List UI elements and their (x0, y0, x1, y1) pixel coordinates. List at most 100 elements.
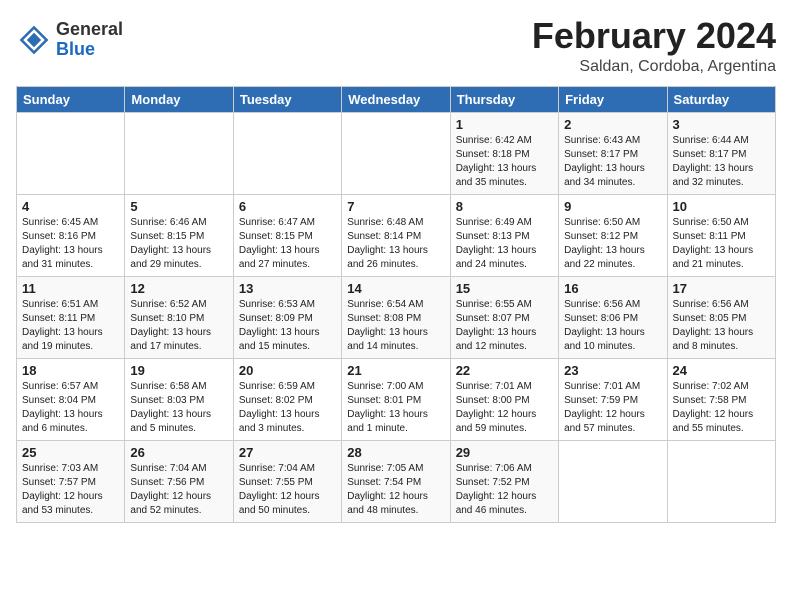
day-number: 29 (456, 445, 553, 460)
calendar-cell (667, 440, 775, 522)
day-number: 16 (564, 281, 661, 296)
day-number: 5 (130, 199, 227, 214)
calendar-cell: 28 Sunrise: 7:05 AM Sunset: 7:54 PM Dayli… (342, 440, 450, 522)
day-number: 13 (239, 281, 336, 296)
day-info: Sunrise: 6:50 AM Sunset: 8:12 PM Dayligh… (564, 216, 661, 272)
day-info: Sunrise: 7:03 AM Sunset: 7:57 PM Dayligh… (22, 462, 119, 518)
calendar-cell (559, 440, 667, 522)
calendar-cell (233, 112, 341, 194)
day-number: 2 (564, 117, 661, 132)
day-number: 10 (673, 199, 770, 214)
calendar-cell: 2 Sunrise: 6:43 AM Sunset: 8:17 PM Daylig… (559, 112, 667, 194)
header: General Blue February 2024 Saldan, Cordo… (16, 16, 776, 76)
calendar-cell (125, 112, 233, 194)
day-info: Sunrise: 7:05 AM Sunset: 7:54 PM Dayligh… (347, 462, 444, 518)
day-info: Sunrise: 7:04 AM Sunset: 7:56 PM Dayligh… (130, 462, 227, 518)
calendar-cell: 7Sunrise: 6:48 AM Sunset: 8:14 PM Daylig… (342, 194, 450, 276)
day-info: Sunrise: 6:52 AM Sunset: 8:10 PM Dayligh… (130, 298, 227, 354)
day-number: 14 (347, 281, 444, 296)
day-number: 19 (130, 363, 227, 378)
calendar-cell: 12Sunrise: 6:52 AM Sunset: 8:10 PM Dayli… (125, 276, 233, 358)
day-info: Sunrise: 7:04 AM Sunset: 7:55 PM Dayligh… (239, 462, 336, 518)
logo-icon (16, 22, 52, 58)
calendar-cell: 4Sunrise: 6:45 AM Sunset: 8:16 PM Daylig… (17, 194, 125, 276)
day-number: 15 (456, 281, 553, 296)
day-info: Sunrise: 6:42 AM Sunset: 8:18 PM Dayligh… (456, 134, 553, 190)
day-number: 6 (239, 199, 336, 214)
calendar-header-row: SundayMondayTuesdayWednesdayThursdayFrid… (17, 86, 776, 112)
calendar-week-row: 4Sunrise: 6:45 AM Sunset: 8:16 PM Daylig… (17, 194, 776, 276)
calendar-cell: 18 Sunrise: 6:57 AM Sunset: 8:04 PM Dayli… (17, 358, 125, 440)
day-info: Sunrise: 6:59 AM Sunset: 8:02 PM Dayligh… (239, 380, 336, 436)
day-of-week-header: Sunday (17, 86, 125, 112)
logo: General Blue (16, 20, 123, 60)
day-of-week-header: Wednesday (342, 86, 450, 112)
calendar-cell: 22 Sunrise: 7:01 AM Sunset: 8:00 PM Dayli… (450, 358, 558, 440)
day-info: Sunrise: 6:43 AM Sunset: 8:17 PM Dayligh… (564, 134, 661, 190)
calendar-cell: 19 Sunrise: 6:58 AM Sunset: 8:03 PM Dayli… (125, 358, 233, 440)
day-number: 8 (456, 199, 553, 214)
day-number: 22 (456, 363, 553, 378)
calendar-cell: 15 Sunrise: 6:55 AM Sunset: 8:07 PM Dayli… (450, 276, 558, 358)
day-info: Sunrise: 7:02 AM Sunset: 7:58 PM Dayligh… (673, 380, 770, 436)
calendar-cell: 21 Sunrise: 7:00 AM Sunset: 8:01 PM Dayli… (342, 358, 450, 440)
day-number: 11 (22, 281, 119, 296)
title-section: February 2024 Saldan, Cordoba, Argentina (532, 16, 776, 76)
day-number: 21 (347, 363, 444, 378)
day-number: 27 (239, 445, 336, 460)
day-info: Sunrise: 6:54 AM Sunset: 8:08 PM Dayligh… (347, 298, 444, 354)
calendar-cell: 17Sunrise: 6:56 AM Sunset: 8:05 PM Dayli… (667, 276, 775, 358)
calendar-cell (342, 112, 450, 194)
day-number: 7 (347, 199, 444, 214)
logo-text: General Blue (56, 20, 123, 60)
calendar-cell: 27 Sunrise: 7:04 AM Sunset: 7:55 PM Dayli… (233, 440, 341, 522)
calendar-cell: 11Sunrise: 6:51 AM Sunset: 8:11 PM Dayli… (17, 276, 125, 358)
day-number: 20 (239, 363, 336, 378)
day-info: Sunrise: 6:46 AM Sunset: 8:15 PM Dayligh… (130, 216, 227, 272)
calendar-cell: 13 Sunrise: 6:53 AM Sunset: 8:09 PM Dayli… (233, 276, 341, 358)
calendar-table: SundayMondayTuesdayWednesdayThursdayFrid… (16, 86, 776, 523)
day-number: 4 (22, 199, 119, 214)
calendar-week-row: 1 Sunrise: 6:42 AM Sunset: 8:18 PM Daylig… (17, 112, 776, 194)
calendar-cell: 8 Sunrise: 6:49 AM Sunset: 8:13 PM Daylig… (450, 194, 558, 276)
calendar-cell: 16 Sunrise: 6:56 AM Sunset: 8:06 PM Dayli… (559, 276, 667, 358)
calendar-cell: 23 Sunrise: 7:01 AM Sunset: 7:59 PM Dayli… (559, 358, 667, 440)
calendar-cell: 26 Sunrise: 7:04 AM Sunset: 7:56 PM Dayli… (125, 440, 233, 522)
logo-blue: Blue (56, 39, 95, 59)
day-info: Sunrise: 6:55 AM Sunset: 8:07 PM Dayligh… (456, 298, 553, 354)
calendar-cell: 25 Sunrise: 7:03 AM Sunset: 7:57 PM Dayli… (17, 440, 125, 522)
day-number: 3 (673, 117, 770, 132)
day-info: Sunrise: 7:06 AM Sunset: 7:52 PM Dayligh… (456, 462, 553, 518)
calendar-cell: 3 Sunrise: 6:44 AM Sunset: 8:17 PM Daylig… (667, 112, 775, 194)
calendar-cell: 14 Sunrise: 6:54 AM Sunset: 8:08 PM Dayli… (342, 276, 450, 358)
day-info: Sunrise: 6:50 AM Sunset: 8:11 PM Dayligh… (673, 216, 770, 272)
day-info: Sunrise: 6:56 AM Sunset: 8:05 PM Dayligh… (673, 298, 770, 354)
calendar-cell (17, 112, 125, 194)
day-info: Sunrise: 6:49 AM Sunset: 8:13 PM Dayligh… (456, 216, 553, 272)
day-number: 26 (130, 445, 227, 460)
day-info: Sunrise: 7:00 AM Sunset: 8:01 PM Dayligh… (347, 380, 444, 436)
calendar-week-row: 11Sunrise: 6:51 AM Sunset: 8:11 PM Dayli… (17, 276, 776, 358)
day-info: Sunrise: 6:53 AM Sunset: 8:09 PM Dayligh… (239, 298, 336, 354)
calendar-week-row: 18 Sunrise: 6:57 AM Sunset: 8:04 PM Dayli… (17, 358, 776, 440)
day-number: 1 (456, 117, 553, 132)
day-info: Sunrise: 6:44 AM Sunset: 8:17 PM Dayligh… (673, 134, 770, 190)
day-number: 23 (564, 363, 661, 378)
calendar-cell: 1 Sunrise: 6:42 AM Sunset: 8:18 PM Daylig… (450, 112, 558, 194)
day-number: 25 (22, 445, 119, 460)
day-info: Sunrise: 6:58 AM Sunset: 8:03 PM Dayligh… (130, 380, 227, 436)
day-info: Sunrise: 6:56 AM Sunset: 8:06 PM Dayligh… (564, 298, 661, 354)
calendar-cell: 9 Sunrise: 6:50 AM Sunset: 8:12 PM Daylig… (559, 194, 667, 276)
day-number: 18 (22, 363, 119, 378)
day-info: Sunrise: 6:57 AM Sunset: 8:04 PM Dayligh… (22, 380, 119, 436)
day-of-week-header: Monday (125, 86, 233, 112)
calendar-cell: 20 Sunrise: 6:59 AM Sunset: 8:02 PM Dayli… (233, 358, 341, 440)
day-number: 28 (347, 445, 444, 460)
day-info: Sunrise: 6:47 AM Sunset: 8:15 PM Dayligh… (239, 216, 336, 272)
day-of-week-header: Saturday (667, 86, 775, 112)
day-number: 9 (564, 199, 661, 214)
day-info: Sunrise: 7:01 AM Sunset: 8:00 PM Dayligh… (456, 380, 553, 436)
calendar-cell: 6 Sunrise: 6:47 AM Sunset: 8:15 PM Daylig… (233, 194, 341, 276)
day-info: Sunrise: 7:01 AM Sunset: 7:59 PM Dayligh… (564, 380, 661, 436)
day-of-week-header: Tuesday (233, 86, 341, 112)
